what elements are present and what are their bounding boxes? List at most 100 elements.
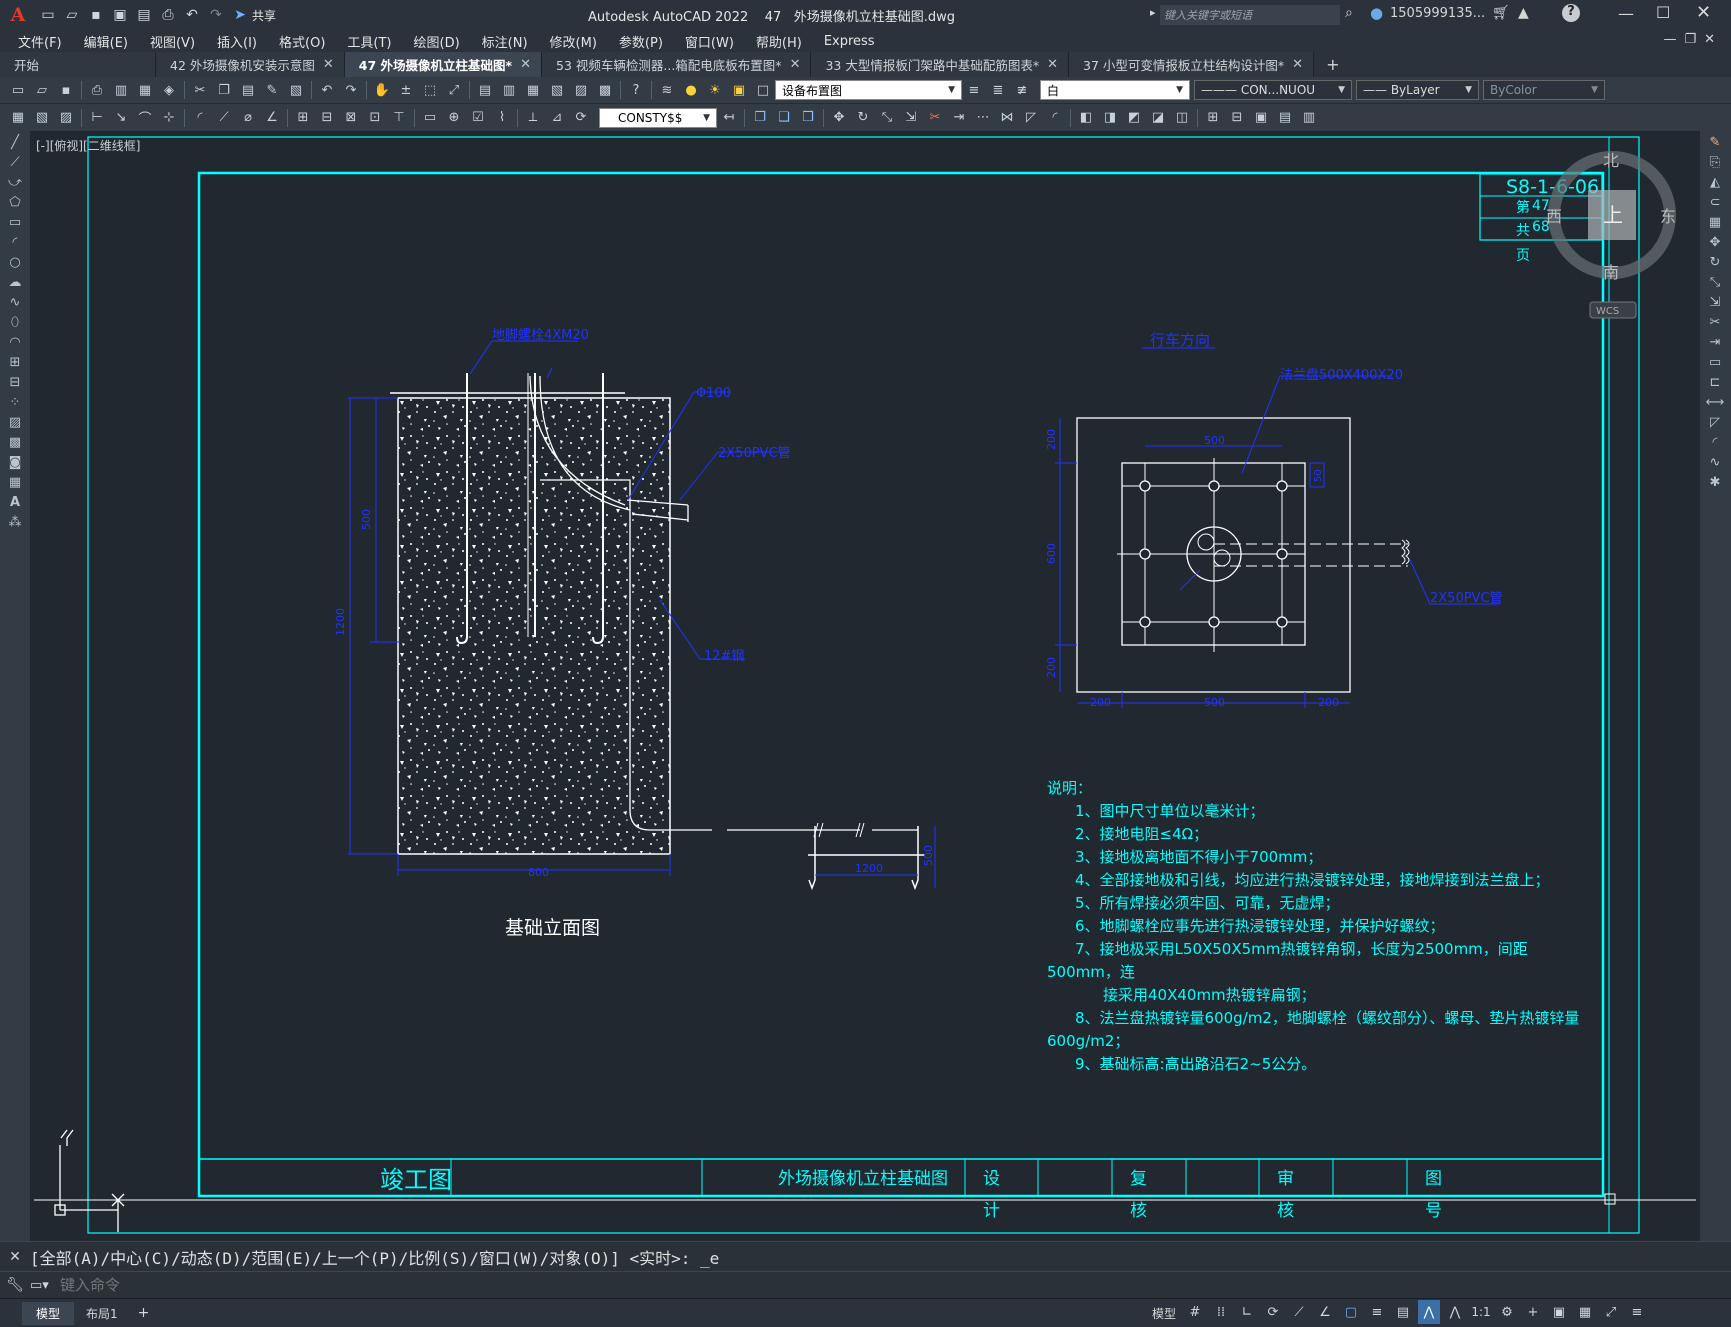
block-editor-icon[interactable]: ▧ [286, 80, 306, 100]
break-icon[interactable]: ⋯ [973, 108, 993, 128]
center-mark-icon[interactable]: ⊕ [444, 108, 464, 128]
menu-item[interactable]: 插入(I) [206, 32, 268, 51]
save-icon-tb[interactable]: ▪ [56, 80, 76, 100]
viewcube-west[interactable]: 西 [1546, 207, 1562, 226]
rotate-icon[interactable]: ↻ [853, 108, 873, 128]
menu-item[interactable]: 修改(M) [539, 32, 608, 51]
insert-icon[interactable]: ⊞ [1203, 108, 1223, 128]
close-tab-icon[interactable]: ✕ [323, 57, 334, 72]
save-icon[interactable]: ▪ [87, 6, 105, 24]
ortho-icon[interactable]: ∟ [1236, 1300, 1258, 1324]
drawing-svg[interactable]: S8-1-6-06 第 47 共 68 页 上 北 南 东 西 WCS 1200… [30, 131, 1700, 1241]
plot-icon-tb[interactable]: ⎙ [87, 80, 107, 100]
dim-style-icon[interactable]: ↤ [719, 108, 739, 128]
3d-cyl-icon[interactable]: ◩ [1124, 108, 1144, 128]
tool-palettes-icon[interactable]: ▦ [523, 80, 543, 100]
quick-dim-icon[interactable]: ⊞ [293, 108, 313, 128]
units-icon[interactable]: ▣ [1548, 1300, 1570, 1324]
markup-icon[interactable]: ▨ [571, 80, 591, 100]
isodraft-icon[interactable]: ⟋ [1288, 1300, 1310, 1324]
close-tab-icon[interactable]: ✕ [520, 57, 531, 72]
image-icon[interactable]: ▣ [1251, 108, 1271, 128]
3d-print-icon[interactable]: ◈ [159, 80, 179, 100]
ole-icon[interactable]: ▤ [1275, 108, 1295, 128]
ellipse-arc-icon[interactable]: ◠ [0, 333, 30, 353]
new-file-icon[interactable]: ▭ [39, 6, 57, 24]
paste-icon[interactable]: ▤ [238, 80, 258, 100]
viewcube-south[interactable]: 南 [1603, 263, 1619, 282]
clean-screen-icon[interactable]: ⤢ [1600, 1300, 1622, 1324]
file-tab[interactable]: 33 大型情报板门架路中基础配筋图表* ✕ [811, 52, 1070, 77]
mirror-icon-right[interactable]: ◭ [1700, 173, 1730, 193]
layer-freeze-icon[interactable]: ☀ [705, 80, 725, 100]
layer-on-icon[interactable]: ● [681, 80, 701, 100]
move-icon[interactable]: ✥ [829, 108, 849, 128]
close-command-icon[interactable]: ✕ [0, 1249, 30, 1265]
dim-angular-icon[interactable]: ∠ [262, 108, 282, 128]
snap-icon[interactable]: ⁞⁞ [1210, 1300, 1232, 1324]
stretch-icon[interactable]: ⇲ [901, 108, 921, 128]
annotation-monitor-icon[interactable]: + [1522, 1300, 1544, 1324]
doc-window-controls[interactable]: —❐✕ [1663, 32, 1723, 47]
block-icon[interactable]: ▧ [32, 108, 52, 128]
dim-update-icon[interactable]: ⟳ [571, 108, 591, 128]
dim-linear-icon[interactable]: ⊢ [87, 108, 107, 128]
fillet-icon[interactable]: ◜ [1045, 108, 1065, 128]
menu-item[interactable]: 编辑(E) [73, 32, 139, 51]
viewcube-north[interactable]: 北 [1603, 151, 1619, 170]
dim-radius-icon[interactable]: ◜ [190, 108, 210, 128]
hatch-icon[interactable]: ▨ [56, 108, 76, 128]
dim-aligned-icon[interactable]: ↘ [111, 108, 131, 128]
make-current-layer-icon[interactable]: ≡ [964, 80, 984, 100]
user-name[interactable]: 1505999135... [1390, 6, 1485, 21]
customization-icon[interactable]: ≡ [1626, 1300, 1648, 1324]
file-tab[interactable]: 开始 [0, 52, 156, 77]
file-tab[interactable]: 42 外场摄像机安装示意图 ✕ [156, 52, 345, 77]
offset-icon[interactable]: ❒ [798, 108, 818, 128]
layout-tab-model[interactable]: 模型 [22, 1301, 75, 1325]
offset-icon-right[interactable]: ⊂ [1700, 193, 1730, 213]
break-at-point-icon[interactable]: ▭ [1700, 353, 1730, 373]
rotate-icon-right[interactable]: ↻ [1700, 253, 1730, 273]
zoom-window-icon[interactable]: ⬚ [420, 80, 440, 100]
layer-previous-icon[interactable]: ≣ [988, 80, 1008, 100]
close-tab-icon[interactable]: ✕ [1292, 57, 1303, 72]
table-icon[interactable]: ▦ [8, 108, 28, 128]
scale-icon[interactable]: ⤡ [877, 108, 897, 128]
properties-icon[interactable]: ▤ [475, 80, 495, 100]
rectangle-icon[interactable]: ▭ [0, 213, 30, 233]
otrack-icon[interactable]: ▢ [1340, 1300, 1362, 1324]
extend-icon-right[interactable]: ⇥ [1700, 333, 1730, 353]
design-center-icon[interactable]: ▥ [499, 80, 519, 100]
construction-line-icon[interactable]: ⟋ [0, 153, 30, 173]
sheet-set-icon[interactable]: ▧ [547, 80, 567, 100]
chamfer-icon[interactable]: ◸ [1021, 108, 1041, 128]
file-tab[interactable]: 53 视频车辆检测器...箱配电底板布置图* ✕ [542, 52, 812, 77]
undo-icon[interactable]: ↶ [183, 6, 201, 24]
dim-jogged-icon[interactable]: ⟋ [214, 108, 234, 128]
menu-item[interactable]: 参数(P) [608, 32, 674, 51]
hatch-icon-left[interactable]: ▨ [0, 413, 30, 433]
help-icon-tb[interactable]: ? [626, 80, 646, 100]
zoom-realtime-icon[interactable]: ± [396, 80, 416, 100]
annotation-scale-value[interactable]: 1:1 [1470, 1300, 1492, 1324]
command-input[interactable] [60, 1274, 1701, 1296]
jog-line-icon[interactable]: ⌇ [492, 108, 512, 128]
menu-item[interactable]: 窗口(W) [674, 32, 745, 51]
linetype-dropdown[interactable]: ——— CON...NUOU ▼ [1194, 80, 1352, 100]
share-icon[interactable]: ➤ [231, 6, 249, 24]
undo-icon-tb[interactable]: ↶ [317, 80, 337, 100]
array-icon[interactable]: ▦ [1700, 213, 1730, 233]
preview-icon[interactable]: ▥ [111, 80, 131, 100]
search-expand-icon[interactable]: ▸ [1150, 6, 1156, 19]
erase-icon[interactable]: ✎ [1700, 133, 1730, 153]
gradient-icon[interactable]: ▩ [0, 433, 30, 453]
mirror-icon[interactable]: ❑ [774, 108, 794, 128]
layout-tab-1[interactable]: 布局1 [74, 1302, 130, 1325]
layer-manager-icon[interactable]: ≋ [657, 80, 677, 100]
chamfer-icon-right[interactable]: ◸ [1700, 413, 1730, 433]
revcloud-icon[interactable]: ☁ [0, 273, 30, 293]
stretch-icon-right[interactable]: ⇲ [1700, 293, 1730, 313]
dim-continue-icon[interactable]: ⊠ [341, 108, 361, 128]
user-icon[interactable]: ● [1370, 4, 1383, 22]
